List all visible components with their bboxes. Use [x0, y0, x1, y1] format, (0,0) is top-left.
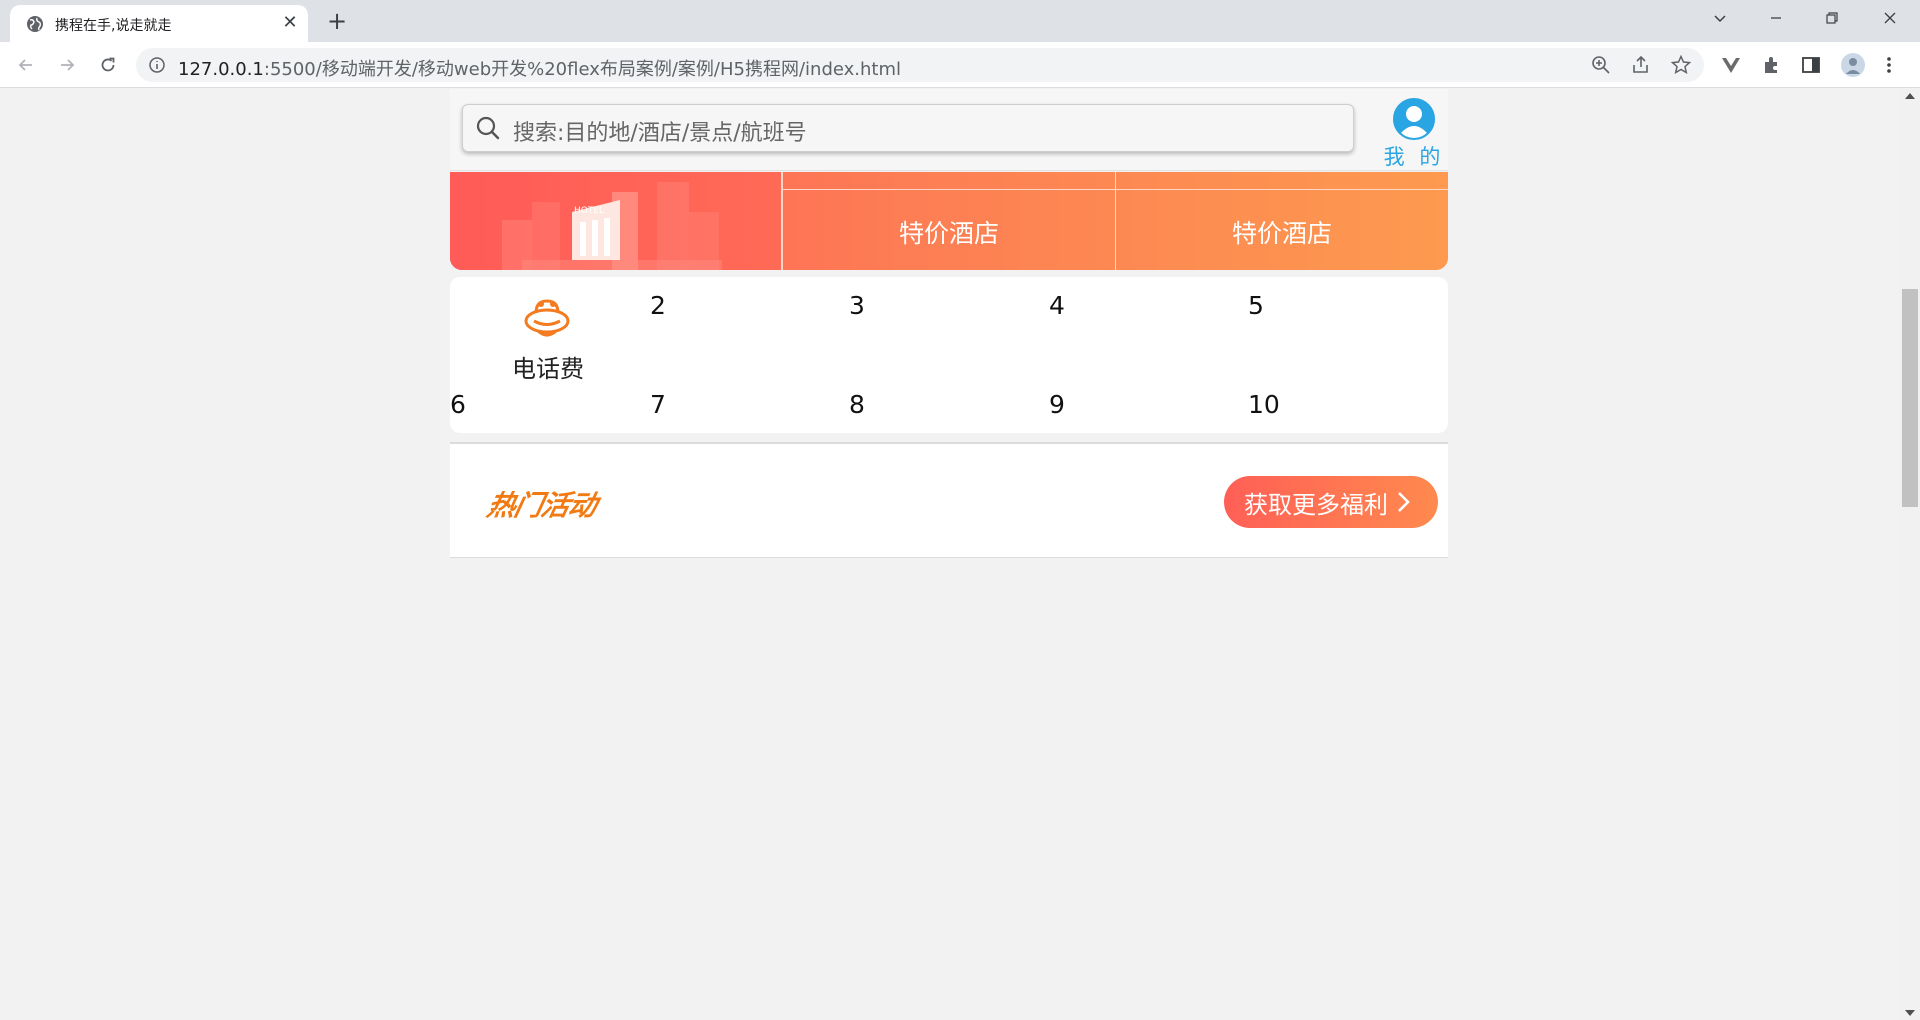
extensions-icon[interactable]	[1760, 54, 1782, 76]
nav-item[interactable]: 5	[1248, 291, 1264, 320]
hot-activity-section: 热门活动 获取更多福利	[450, 442, 1448, 558]
nav-item[interactable]: 2	[650, 291, 666, 320]
search-icon	[476, 116, 500, 140]
info-icon[interactable]	[148, 56, 166, 74]
hotel-deal-link-2[interactable]: 特价酒店	[1115, 172, 1448, 270]
forward-button[interactable]	[53, 51, 81, 79]
minimize-button[interactable]	[1748, 0, 1804, 36]
more-benefits-button[interactable]: 获取更多福利	[1224, 476, 1438, 528]
search-placeholder: 搜索:目的地/酒店/景点/航班号	[513, 121, 807, 146]
chevron-right-icon	[1398, 492, 1410, 512]
new-tab-button[interactable]: +	[323, 9, 351, 35]
reload-button[interactable]	[94, 51, 122, 79]
more-options-icon[interactable]	[1882, 54, 1896, 76]
browser-tab[interactable]: 携程在手,说走就走 ✕	[10, 5, 308, 42]
search-input[interactable]: 搜索:目的地/酒店/景点/航班号	[462, 104, 1354, 152]
nav-item[interactable]: 8	[849, 390, 865, 419]
page-scrollbar[interactable]	[1900, 89, 1920, 1020]
url-text[interactable]: 127.0.0.1:5500/移动端开发/移动web开发%20flex布局案例/…	[178, 55, 901, 81]
hotel-sign-text: HOTEL	[574, 206, 604, 216]
more-benefits-label: 获取更多福利	[1244, 490, 1388, 519]
back-button[interactable]	[12, 51, 40, 79]
hot-activity-title: 热门活动	[484, 489, 600, 522]
hotel-deal-top-1[interactable]	[783, 172, 1115, 190]
side-panel-icon[interactable]	[1800, 54, 1822, 76]
close-window-button[interactable]	[1862, 0, 1918, 36]
globe-icon	[27, 16, 43, 32]
reload-icon	[101, 57, 115, 72]
arrow-left-icon	[18, 59, 32, 71]
nav-item[interactable]: 7	[650, 390, 666, 419]
restore-icon	[1826, 12, 1838, 24]
user-icon	[1393, 98, 1435, 140]
arrow-right-icon	[61, 59, 75, 71]
nav-item[interactable]: 4	[1049, 291, 1065, 320]
hotel-building-icon: HOTEL	[502, 182, 722, 270]
nav-item[interactable]: 6	[450, 390, 466, 419]
hotel-deal-link-1[interactable]: 特价酒店	[782, 172, 1115, 270]
search-header: 搜索:目的地/酒店/景点/航班号 我 的	[450, 89, 1448, 171]
phone-bill-icon	[524, 299, 570, 337]
my-account-button[interactable]: 我 的	[1382, 97, 1444, 169]
tab-title: 携程在手,说走就走	[55, 18, 172, 34]
browser-tab-bar: 携程在手,说走就走 ✕ +	[0, 0, 1920, 42]
chevron-down-icon	[1714, 15, 1726, 23]
nav-item[interactable]: 9	[1049, 390, 1065, 419]
hotel-banner: HOTEL 特价酒店 特价酒店	[450, 172, 1448, 270]
address-bar[interactable]: 127.0.0.1:5500/移动端开发/移动web开发%20flex布局案例/…	[136, 48, 1704, 82]
hotel-deal-top-2[interactable]	[1116, 172, 1448, 190]
nav-grid: 电话费 2 3 4 5 6 7 8 9 10	[450, 277, 1448, 433]
hotel-deal-label-1: 特价酒店	[898, 219, 999, 248]
mobile-page: 搜索:目的地/酒店/景点/航班号 我 的 HOTEL 特价酒店 特价酒店 电话费…	[450, 89, 1448, 559]
hotel-main-link[interactable]: HOTEL	[450, 172, 782, 270]
tab-search-button[interactable]	[1692, 0, 1748, 36]
scroll-down-arrow-icon[interactable]	[1905, 1010, 1915, 1016]
hotel-deal-label-2: 特价酒店	[1231, 219, 1332, 248]
share-icon[interactable]	[1630, 54, 1652, 76]
nav-item[interactable]: 10	[1248, 390, 1280, 419]
user-label: 我 的	[1383, 145, 1445, 169]
minimize-icon	[1771, 17, 1781, 19]
nav-item-label: 电话费	[512, 355, 584, 383]
scroll-thumb[interactable]	[1902, 289, 1918, 507]
profile-avatar-icon[interactable]	[1840, 52, 1866, 78]
vue-devtools-icon[interactable]	[1720, 54, 1742, 76]
scroll-up-arrow-icon[interactable]	[1905, 93, 1915, 99]
restore-button[interactable]	[1804, 0, 1860, 36]
nav-item[interactable]: 3	[849, 291, 865, 320]
tab-close-icon[interactable]: ✕	[280, 13, 300, 33]
zoom-icon[interactable]	[1590, 54, 1612, 76]
close-icon	[1884, 12, 1896, 24]
star-icon[interactable]	[1670, 54, 1692, 76]
browser-toolbar: 127.0.0.1:5500/移动端开发/移动web开发%20flex布局案例/…	[0, 42, 1920, 88]
